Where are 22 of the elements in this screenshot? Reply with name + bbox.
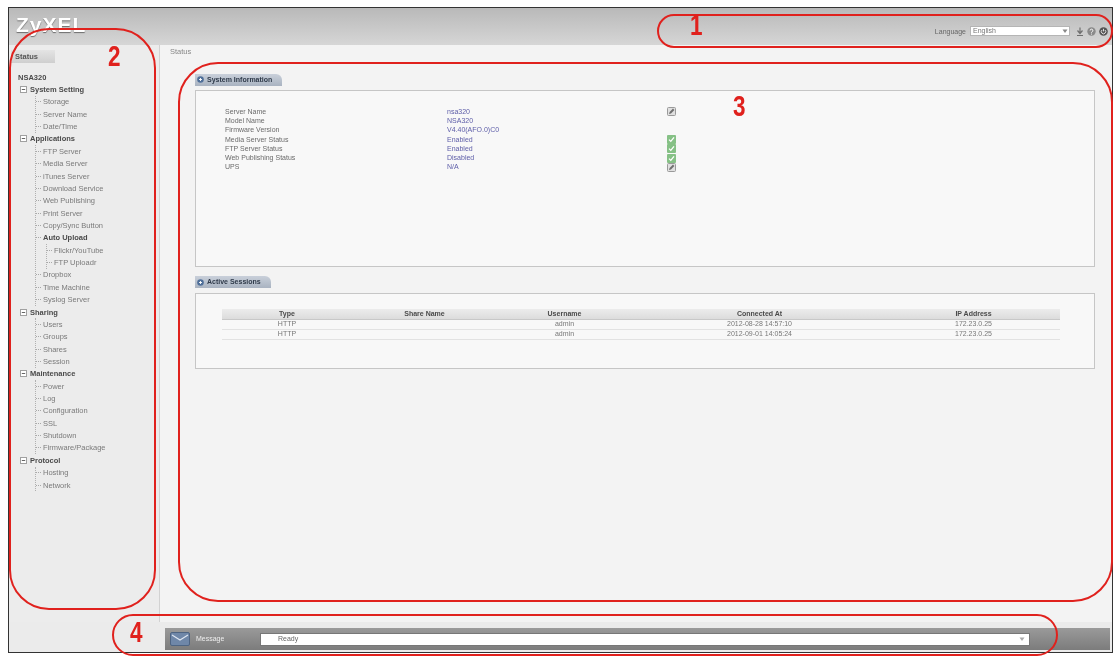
collapse-icon[interactable] xyxy=(20,308,27,316)
annotation-number: 2 xyxy=(108,41,121,71)
collapse-icon[interactable] xyxy=(20,456,27,464)
annotation-number: 4 xyxy=(130,617,143,647)
collapse-icon[interactable] xyxy=(20,135,27,143)
caret-icon[interactable] xyxy=(1062,28,1068,34)
check-icon[interactable] xyxy=(667,135,676,145)
edit-icon[interactable] xyxy=(667,162,676,172)
caret-icon[interactable] xyxy=(1019,636,1025,642)
edit-icon[interactable] xyxy=(667,107,676,117)
collapse-icon[interactable] xyxy=(20,370,27,378)
plus-circle-icon xyxy=(197,76,204,83)
envelope-icon xyxy=(170,632,190,646)
annotation-number: 1 xyxy=(690,10,703,40)
help-icon[interactable] xyxy=(1087,26,1096,36)
collapse-icon[interactable] xyxy=(20,86,27,94)
power-icon[interactable] xyxy=(1099,26,1108,36)
plus-circle-icon xyxy=(197,278,204,286)
download-icon[interactable] xyxy=(1076,26,1084,36)
check-icon[interactable] xyxy=(667,144,676,154)
check-icon[interactable] xyxy=(667,153,676,163)
annotation-number: 3 xyxy=(733,91,746,121)
